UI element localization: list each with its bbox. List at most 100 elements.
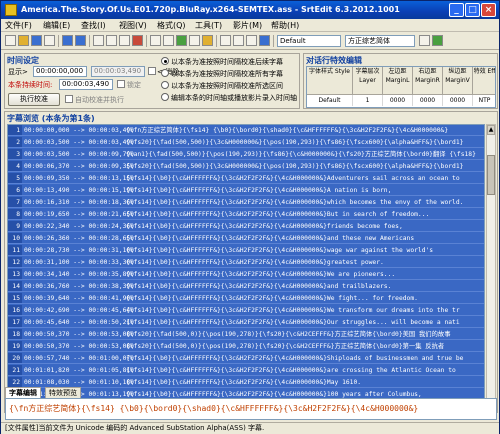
menu-movie[interactable]: 影片(M)	[233, 20, 262, 31]
style-icon[interactable]	[202, 35, 213, 46]
fx-cell-layer[interactable]: 1	[353, 95, 383, 106]
row-number: 5	[8, 173, 22, 184]
row-number: 19	[8, 341, 22, 352]
option-range-radio[interactable]	[161, 81, 169, 89]
fx-cell-marginv[interactable]: 0000	[443, 95, 473, 106]
paste-icon[interactable]	[119, 35, 130, 46]
table-row[interactable]: 19 00:00:50,370 --> 00:00:53,080{\fs20}{\…	[8, 341, 484, 353]
blank-checkbox[interactable]	[148, 67, 156, 75]
subtitle-edit-field[interactable]: {\fn方正综艺简体}{\fs14} {\b0}{\bord0}{\shad0}…	[5, 398, 497, 420]
open-icon[interactable]	[18, 35, 29, 46]
table-row[interactable]: 1 00:00:00,000 --> 00:00:03,490{\fn方正综艺简体…	[8, 125, 484, 137]
table-row[interactable]: 5 00:00:09,350 --> 00:00:13,150{\fs14}{\b…	[8, 173, 484, 185]
scroll-up-icon[interactable]: ▲	[487, 125, 495, 135]
fx-header-marginl: 左边距 MarginL	[383, 67, 413, 95]
bold-icon[interactable]	[220, 35, 231, 46]
new-icon[interactable]	[5, 35, 16, 46]
replace-icon[interactable]	[163, 35, 174, 46]
table-row[interactable]: 2 00:00:03,500 --> 00:00:03,490{\fs20}{\f…	[8, 137, 484, 149]
subtitle-list[interactable]: 1 00:00:00,000 --> 00:00:03,490{\fn方正综艺简体…	[7, 124, 485, 412]
timeline-icon[interactable]	[189, 35, 200, 46]
app-window: America.The.Story.Of.Us.E01.720p.BluRay.…	[0, 0, 500, 434]
table-row[interactable]: 3 00:00:03,500 --> 00:00:09,790{\an1}{\fa…	[8, 149, 484, 161]
menu-edit[interactable]: 编辑(E)	[43, 20, 70, 31]
row-text: {\fs20}{\fad(500,500)}{\3c&H000000&}{\po…	[126, 139, 464, 146]
table-row[interactable]: 18 00:00:50,370 --> 00:00:53,080{\fs20}{\…	[8, 329, 484, 341]
table-row[interactable]: 17 00:00:45,640 --> 00:00:50,210{\fs14}{\…	[8, 317, 484, 329]
status-bar: [文件属性]当前文件为 Unicode 编码的 Advanced SubStat…	[1, 422, 499, 434]
cut-icon[interactable]	[93, 35, 104, 46]
option-edit-radio[interactable]	[161, 93, 169, 101]
table-row[interactable]: 16 00:00:42,690 --> 00:00:45,640{\fs14}{\…	[8, 305, 484, 317]
menu-tools[interactable]: 工具(T)	[195, 20, 222, 31]
row-time: 00:00:26,360 --> 00:00:28,650	[24, 235, 134, 242]
option-all-radio[interactable]	[161, 69, 169, 77]
minimize-button[interactable]: _	[449, 3, 464, 17]
menu-help[interactable]: 帮助(H)	[271, 20, 299, 31]
execute-calibration-button[interactable]: 执行校准	[8, 93, 60, 106]
fx-cell-effect[interactable]: NTP	[473, 95, 495, 106]
save-icon[interactable]	[31, 35, 42, 46]
play-icon[interactable]	[176, 35, 187, 46]
title-bar: America.The.Story.Of.Us.E01.720p.BluRay.…	[1, 1, 499, 19]
style-combo[interactable]: Default	[277, 35, 341, 47]
tab-subtitle-edit[interactable]: 字幕编辑	[5, 387, 41, 398]
underline-icon[interactable]	[246, 35, 257, 46]
table-row[interactable]: 6 00:00:13,490 --> 00:00:15,190{\fs14}{\b…	[8, 185, 484, 197]
table-row[interactable]: 15 00:00:39,640 --> 00:00:41,900{\fs14}{\…	[8, 293, 484, 305]
find-icon[interactable]	[150, 35, 161, 46]
duration-field[interactable]: 00:00:03,490	[59, 79, 113, 90]
save-all-icon[interactable]	[44, 35, 55, 46]
table-row[interactable]: 14 00:00:36,760 --> 00:00:38,390{\fs14}{\…	[8, 281, 484, 293]
app-icon	[5, 4, 17, 16]
color-icon[interactable]	[259, 35, 270, 46]
table-row[interactable]: 10 00:00:26,360 --> 00:00:28,650{\fs14}{\…	[8, 233, 484, 245]
fx-cell-marginr[interactable]: 0000	[413, 95, 443, 106]
table-row[interactable]: 4 00:00:06,370 --> 00:00:09,350{\fs20}{\f…	[8, 161, 484, 173]
row-text: {\fs14}{\b0}{\c&HFFFFFF&}{\3c&H2F2F2F&}{…	[126, 379, 362, 386]
redo-icon[interactable]	[75, 35, 86, 46]
table-row[interactable]: 7 00:00:16,310 --> 00:00:18,360{\fs14}{\b…	[8, 197, 484, 209]
help-icon[interactable]	[432, 35, 443, 46]
row-time: 00:01:01,820 --> 00:01:05,810	[24, 367, 134, 374]
row-text: {\fs14}{\b0}{\c&HFFFFFF&}{\3c&H2F2F2F&}{…	[126, 223, 403, 230]
effects-grid[interactable]: 字体样式 Style 字幕层次 Layer 左边距 MarginL 右边距 Ma…	[306, 66, 496, 108]
row-time: 00:00:50,370 --> 00:00:53,080	[24, 331, 134, 338]
option-range-label: 以本条为准按照时间隔校准所选区间	[171, 82, 283, 90]
subtitle-scrollbar[interactable]: ▲ ▼	[486, 124, 496, 412]
option-subsequent-radio[interactable]	[161, 57, 169, 65]
undo-icon[interactable]	[62, 35, 73, 46]
row-text: {\fs14}{\b0}{\c&HFFFFFF&}{\3c&H2F2F2F&}{…	[126, 211, 430, 218]
settings-icon[interactable]	[419, 35, 430, 46]
table-row[interactable]: 21 00:01:01,820 --> 00:01:05,810{\fs14}{\…	[8, 365, 484, 377]
table-row[interactable]: 12 00:00:31,100 --> 00:00:33,300{\fs14}{\…	[8, 257, 484, 269]
end-time-field[interactable]: 00:00:03,490	[91, 66, 145, 77]
italic-icon[interactable]	[233, 35, 244, 46]
table-row[interactable]: 13 00:00:34,140 --> 00:00:35,890{\fs14}{\…	[8, 269, 484, 281]
row-time: 00:00:00,000 --> 00:00:03,490	[24, 127, 134, 134]
delete-icon[interactable]	[132, 35, 143, 46]
table-row[interactable]: 11 00:00:28,730 --> 00:00:31,100{\fs14}{\…	[8, 245, 484, 257]
menu-file[interactable]: 文件(F)	[5, 20, 32, 31]
subtitle-browser-panel: 字幕浏览 (本条为第1条) 1 00:00:00,000 --> 00:00:03…	[4, 111, 498, 413]
row-text: {\fs14}{\b0}{\c&HFFFFFF&}{\3c&H2F2F2F&}{…	[126, 271, 396, 278]
table-row[interactable]: 9 00:00:22,340 --> 00:00:24,360{\fs14}{\b…	[8, 221, 484, 233]
menu-find[interactable]: 查找(I)	[81, 20, 106, 31]
fx-cell-marginl[interactable]: 0000	[383, 95, 413, 106]
menu-view[interactable]: 视图(V)	[119, 20, 147, 31]
menu-format[interactable]: 格式(Q)	[157, 20, 186, 31]
table-row[interactable]: 8 00:00:19,650 --> 00:00:21,650{\fs14}{\b…	[8, 209, 484, 221]
start-time-field[interactable]: 00:00:00,000	[33, 66, 87, 77]
lock-checkbox[interactable]	[117, 80, 125, 88]
copy-icon[interactable]	[106, 35, 117, 46]
auto-calibrate-checkbox[interactable]	[65, 95, 73, 103]
row-number: 2	[8, 137, 22, 148]
close-button[interactable]: ×	[481, 3, 496, 17]
fx-cell-style[interactable]: Default	[307, 95, 353, 106]
maximize-button[interactable]: □	[465, 3, 480, 17]
row-text: {\an1}{\fad(500,500)}{\pos(190,293)}{\fs…	[126, 151, 476, 158]
table-row[interactable]: 20 00:00:57,740 --> 00:01:00,070{\fs14}{\…	[8, 353, 484, 365]
tab-effect-preview[interactable]: 特效预览	[45, 387, 81, 398]
font-combo[interactable]: 方正综艺简体	[345, 35, 415, 47]
scroll-thumb[interactable]	[487, 155, 495, 195]
